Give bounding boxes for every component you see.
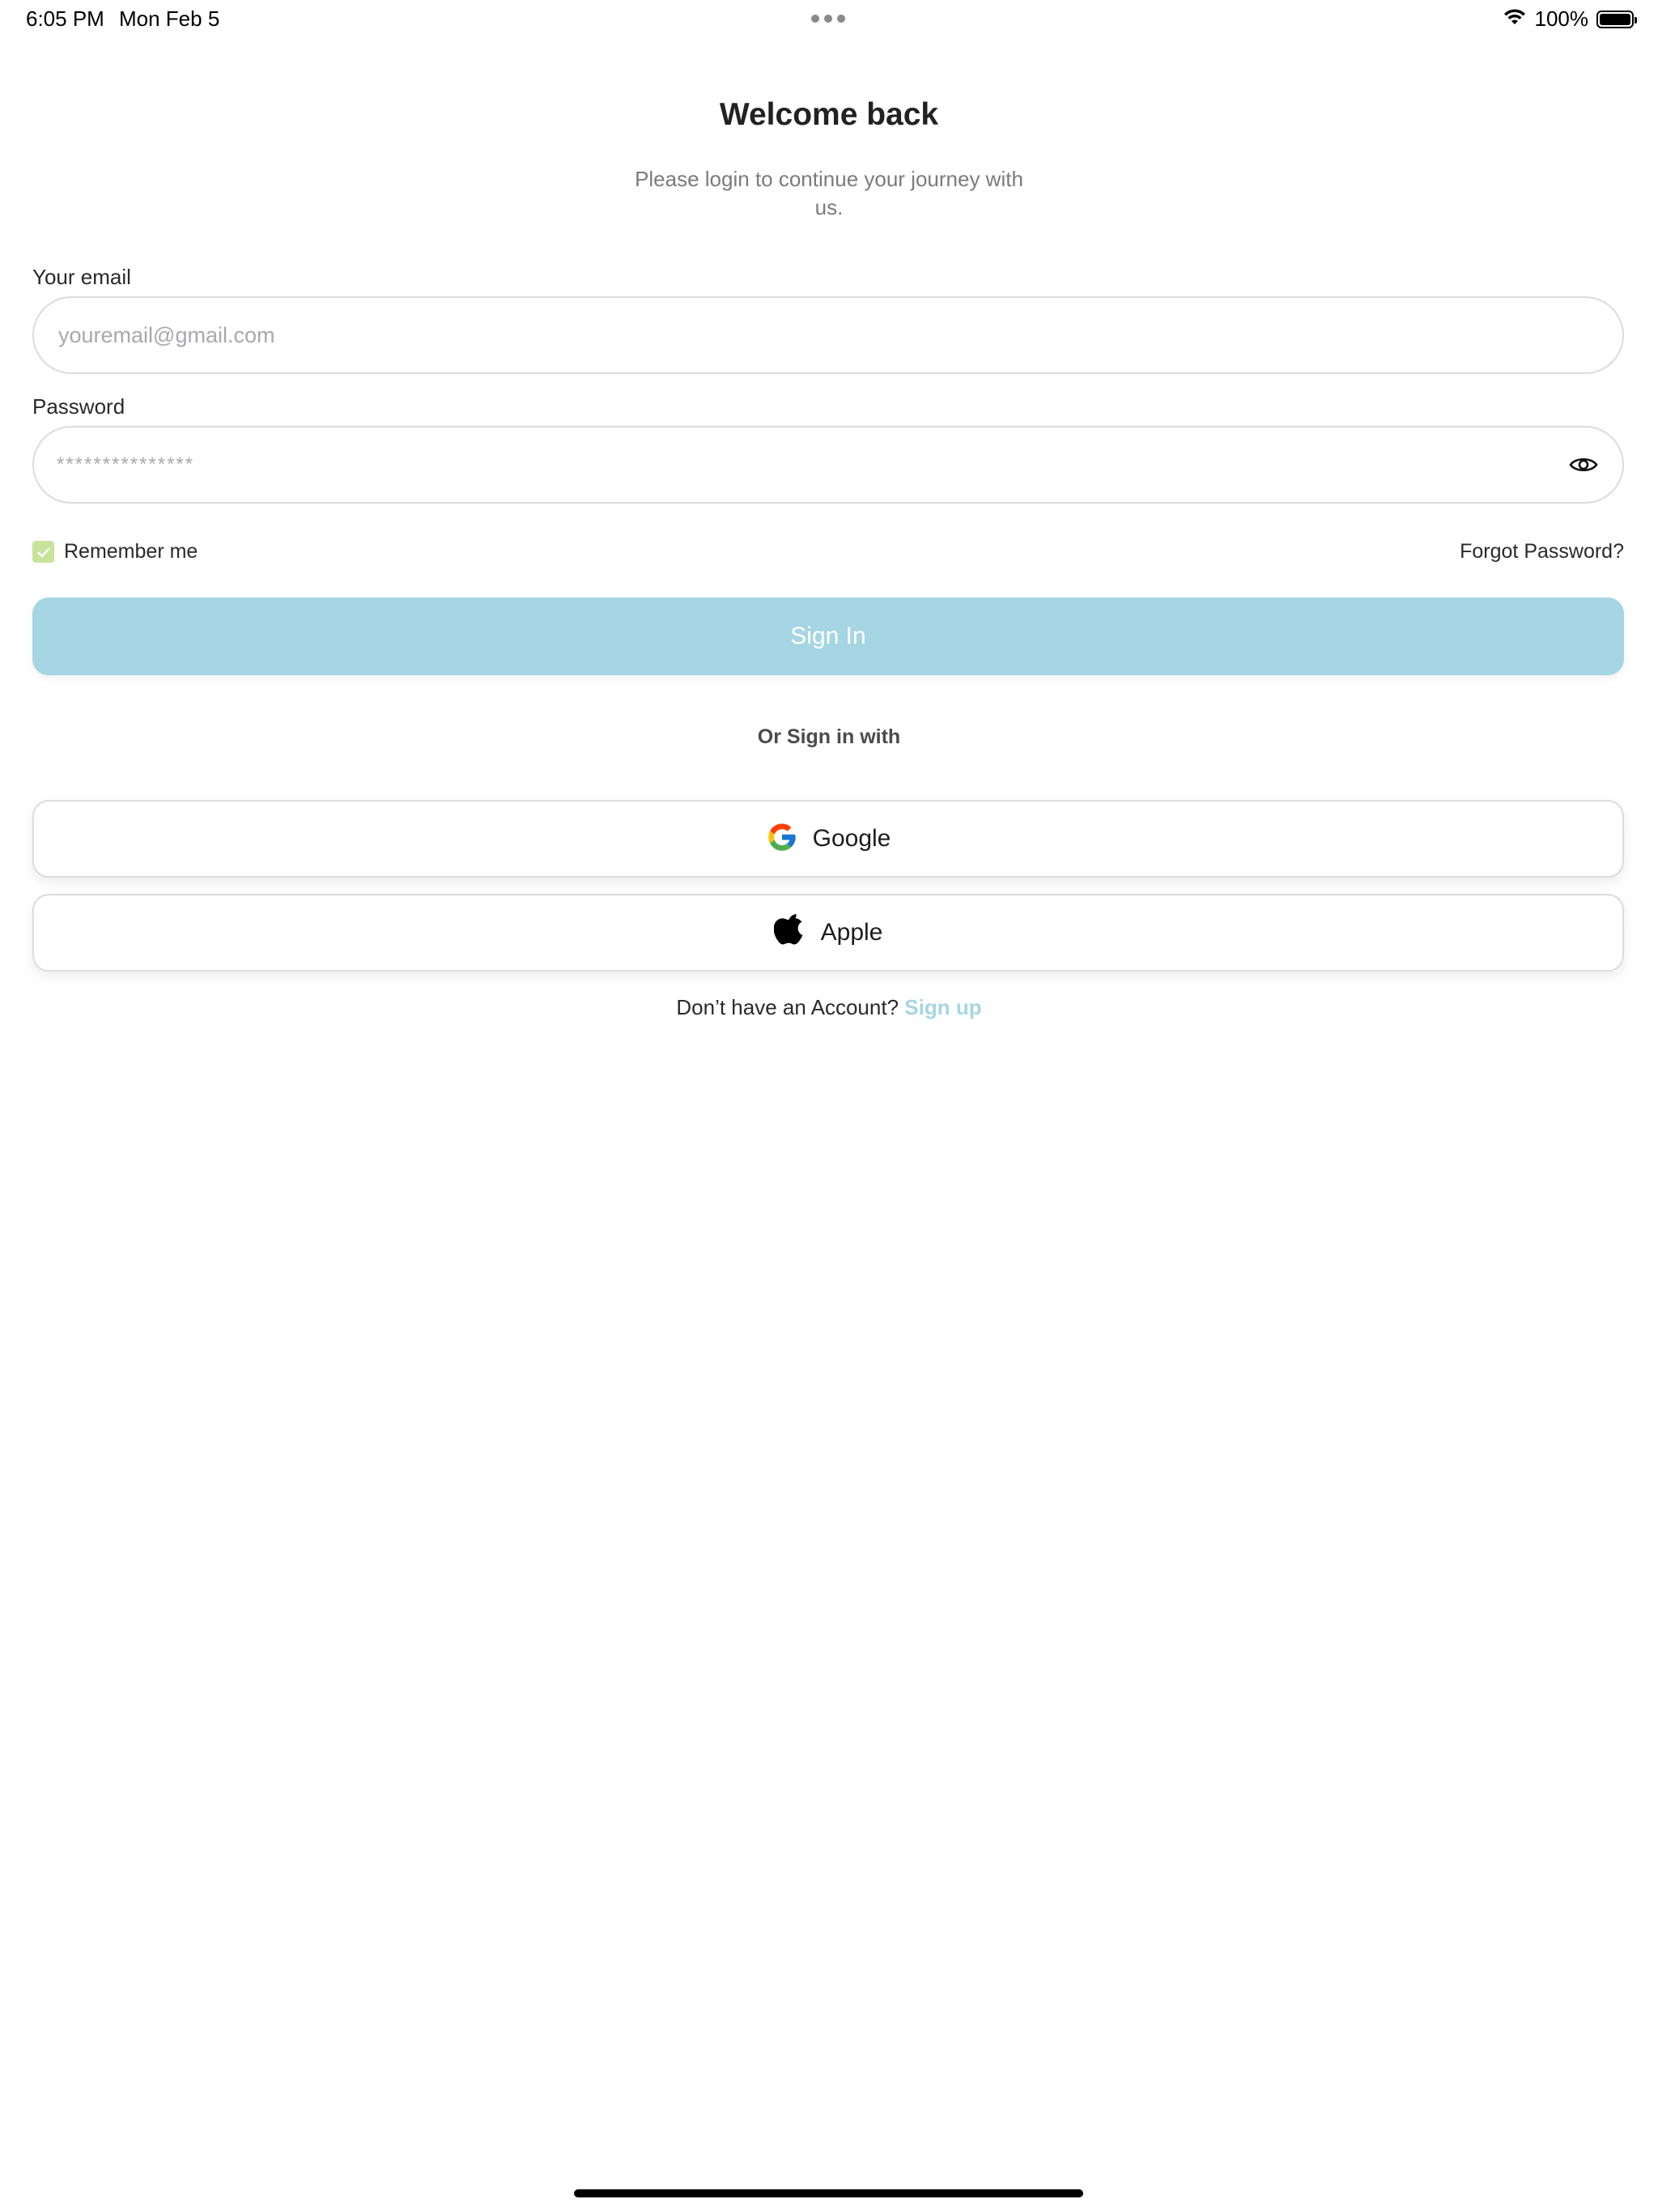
- social-divider-text: Or Sign in with: [757, 725, 901, 748]
- battery-percent: 100%: [1534, 6, 1589, 31]
- password-label: Password: [32, 394, 125, 419]
- remember-me[interactable]: Remember me: [32, 540, 198, 564]
- login-screen: 6:05 PM Mon Feb 5 100% Welcome back Plea…: [0, 0, 1658, 2212]
- status-date: Mon Feb 5: [119, 6, 220, 31]
- password-input[interactable]: ***************: [57, 453, 1567, 476]
- eye-icon[interactable]: [1567, 449, 1600, 481]
- page-subtitle: Please login to continue your journey wi…: [635, 167, 1023, 219]
- email-field[interactable]: [32, 296, 1624, 374]
- forgot-password-link[interactable]: Forgot Password?: [1460, 540, 1624, 564]
- status-bar: 6:05 PM Mon Feb 5 100%: [0, 0, 1658, 39]
- sign-up-link[interactable]: Sign up: [904, 995, 981, 1019]
- email-input[interactable]: [57, 321, 1600, 349]
- email-label: Your email: [32, 265, 131, 289]
- signup-prompt: Don’t have an Account?: [676, 995, 899, 1019]
- apple-icon: [773, 912, 806, 954]
- status-right: 100%: [1503, 6, 1637, 32]
- password-field[interactable]: ***************: [32, 426, 1624, 504]
- google-sign-in-button[interactable]: Google: [32, 800, 1624, 878]
- apple-sign-in-button[interactable]: Apple: [32, 894, 1624, 972]
- home-indicator[interactable]: [574, 2189, 1083, 2197]
- signup-row: Don’t have an Account? Sign up: [0, 995, 1658, 1020]
- google-label: Google: [812, 825, 891, 852]
- wifi-icon: [1503, 7, 1527, 31]
- sign-in-button[interactable]: Sign In: [32, 598, 1624, 675]
- status-time: 6:05 PM: [26, 6, 104, 31]
- google-icon: [766, 821, 798, 857]
- multitasking-dots-icon[interactable]: [811, 15, 845, 23]
- check-icon: [36, 547, 50, 558]
- remember-label: Remember me: [64, 540, 198, 563]
- page-title: Welcome back: [719, 97, 939, 132]
- battery-icon: [1596, 10, 1637, 28]
- apple-label: Apple: [820, 919, 883, 946]
- remember-checkbox[interactable]: [32, 541, 54, 563]
